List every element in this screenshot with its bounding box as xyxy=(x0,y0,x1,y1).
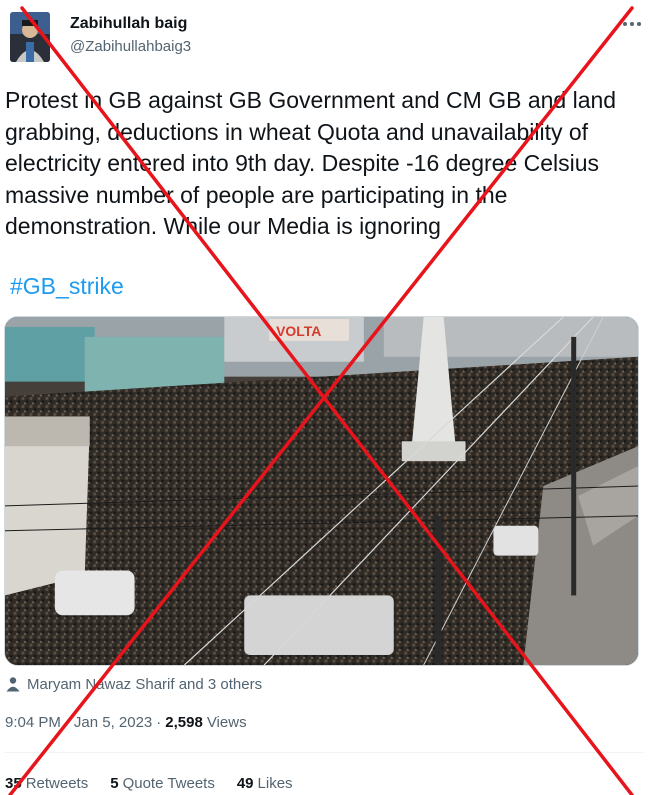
likes-stat[interactable]: 49 Likes xyxy=(237,775,293,792)
divider xyxy=(5,752,643,753)
tweet-time[interactable]: 9:04 PM xyxy=(5,714,61,731)
views-label: Views xyxy=(206,714,247,731)
author-handle[interactable]: @Zabihullahbaig3 xyxy=(70,38,191,55)
crowd-photo: VOLTA xyxy=(5,317,638,665)
views-count: 2,598 xyxy=(165,714,203,731)
avatar-image xyxy=(10,12,50,62)
author-name[interactable]: Zabihullah baig xyxy=(70,15,187,33)
quote-tweets-label: Quote Tweets xyxy=(122,775,215,792)
retweets-count: 35 xyxy=(5,775,22,792)
quote-tweets-count: 5 xyxy=(110,775,119,792)
tweet-media-image[interactable]: VOLTA xyxy=(4,316,639,666)
retweets-label: Retweets xyxy=(25,775,89,792)
quote-tweets-stat[interactable]: 5 Quote Tweets xyxy=(110,775,215,792)
retweets-stat[interactable]: 35 Retweets xyxy=(5,775,88,792)
engagement-stats: 35 Retweets 5 Quote Tweets 49 Likes xyxy=(5,775,293,792)
volta-sign-text: VOLTA xyxy=(276,323,321,339)
tweet-text: Protest in GB against GB Government and … xyxy=(5,87,623,239)
meta-separator: · xyxy=(64,714,70,731)
tagged-users-text: Maryam Nawaz Sharif and 3 others xyxy=(27,675,263,693)
hashtag-link[interactable]: #GB_strike xyxy=(10,273,124,300)
person-icon xyxy=(6,677,20,692)
tweet-date[interactable]: Jan 5, 2023 xyxy=(74,714,152,731)
likes-count: 49 xyxy=(236,775,254,792)
meta-separator: · xyxy=(156,714,162,731)
likes-label: Likes xyxy=(257,775,293,792)
tagged-users[interactable]: Maryam Nawaz Sharif and 3 others xyxy=(5,674,262,694)
tweet-meta: 9:04 PM · Jan 5, 2023 · 2,598 Views xyxy=(5,714,247,731)
more-dots-icon[interactable] xyxy=(620,14,644,34)
avatar[interactable] xyxy=(10,12,50,62)
